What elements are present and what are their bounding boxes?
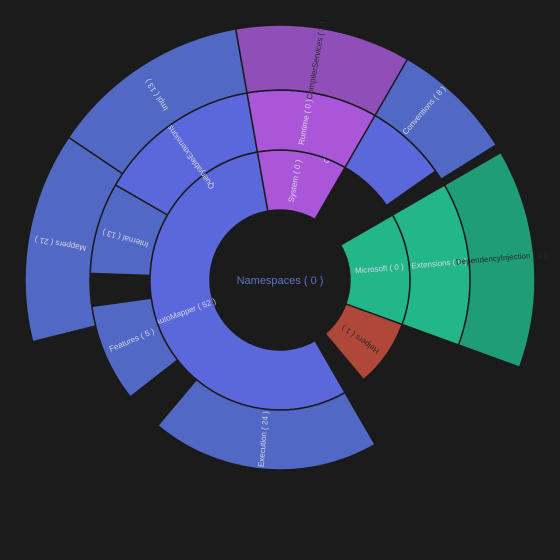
sunburst-chart: AutoMapper ( 52 )System ( 0 )Microsoft (… [0, 0, 560, 560]
center-label: Namespaces ( 0 ) [237, 275, 324, 287]
